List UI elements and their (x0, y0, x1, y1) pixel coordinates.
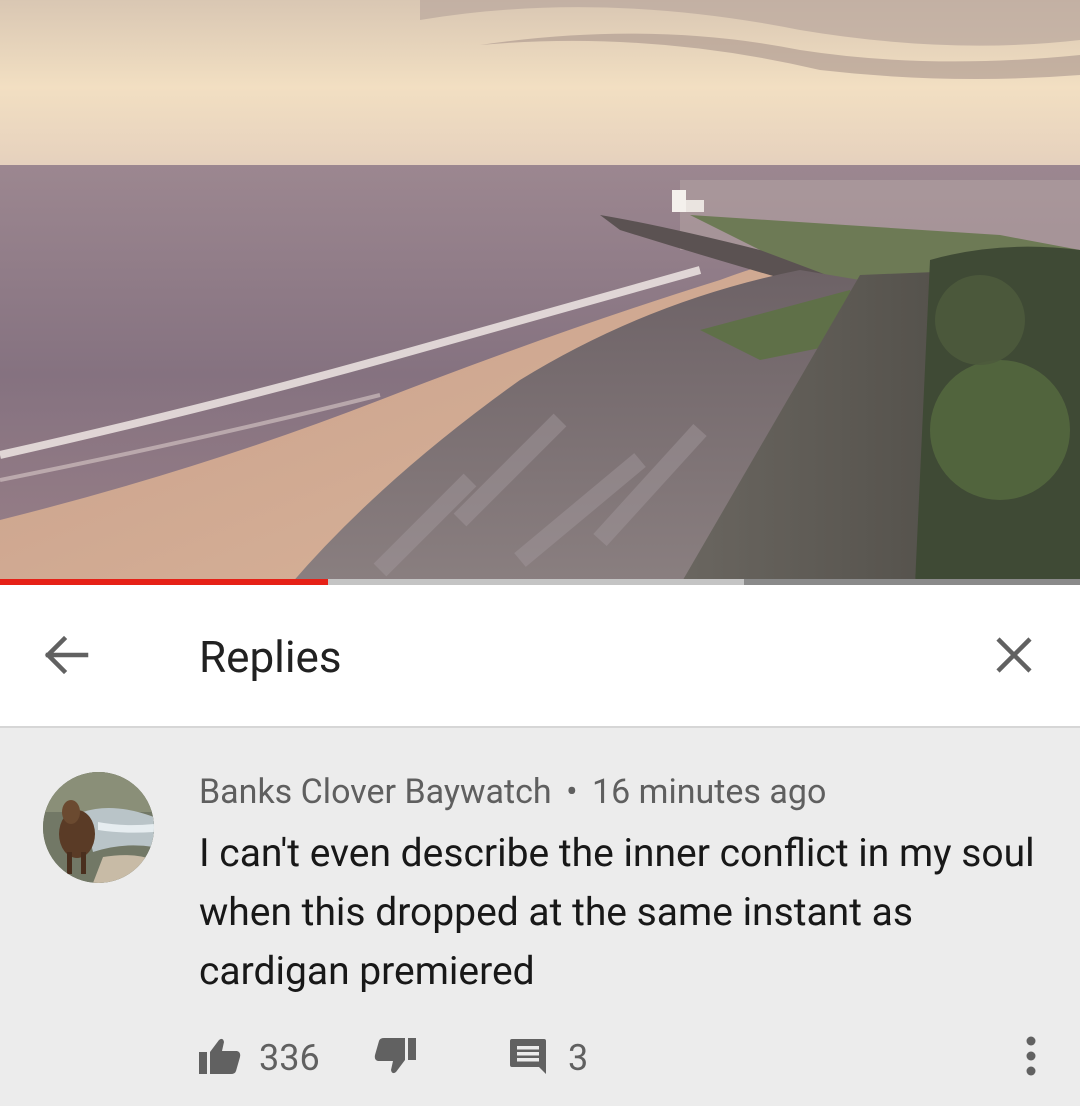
video-player[interactable] (0, 0, 1080, 585)
dislike-button[interactable] (374, 1030, 422, 1086)
meta-separator: • (566, 772, 578, 812)
back-button[interactable] (36, 633, 96, 681)
reply-comment-icon (508, 1036, 548, 1080)
more-options-button[interactable] (1011, 1030, 1051, 1086)
video-frame (0, 0, 1080, 585)
thumbs-up-icon (199, 1037, 241, 1079)
reply-button[interactable]: 3 (508, 1030, 588, 1086)
thumbs-down-icon (374, 1037, 416, 1079)
page-title: Replies (199, 631, 342, 683)
comment-actions: 336 3 (199, 1030, 1059, 1086)
comment-text: I can't even describe the inner conflict… (199, 830, 1035, 994)
more-vertical-icon (1025, 1036, 1037, 1080)
close-button[interactable] (986, 629, 1042, 685)
comment-item: Banks Clover Baywatch • 16 minutes ago I… (0, 730, 1080, 1106)
avatar[interactable] (43, 772, 154, 883)
like-count: 336 (259, 1037, 320, 1079)
replies-header: Replies (0, 585, 1080, 728)
comment-meta: Banks Clover Baywatch • 16 minutes ago (199, 770, 826, 814)
comment-timestamp: 16 minutes ago (592, 772, 827, 812)
comment-author[interactable]: Banks Clover Baywatch (199, 772, 552, 812)
arrow-left-icon (42, 634, 90, 680)
like-button[interactable]: 336 (199, 1030, 320, 1086)
close-icon (994, 635, 1034, 679)
reply-count: 3 (568, 1037, 589, 1079)
